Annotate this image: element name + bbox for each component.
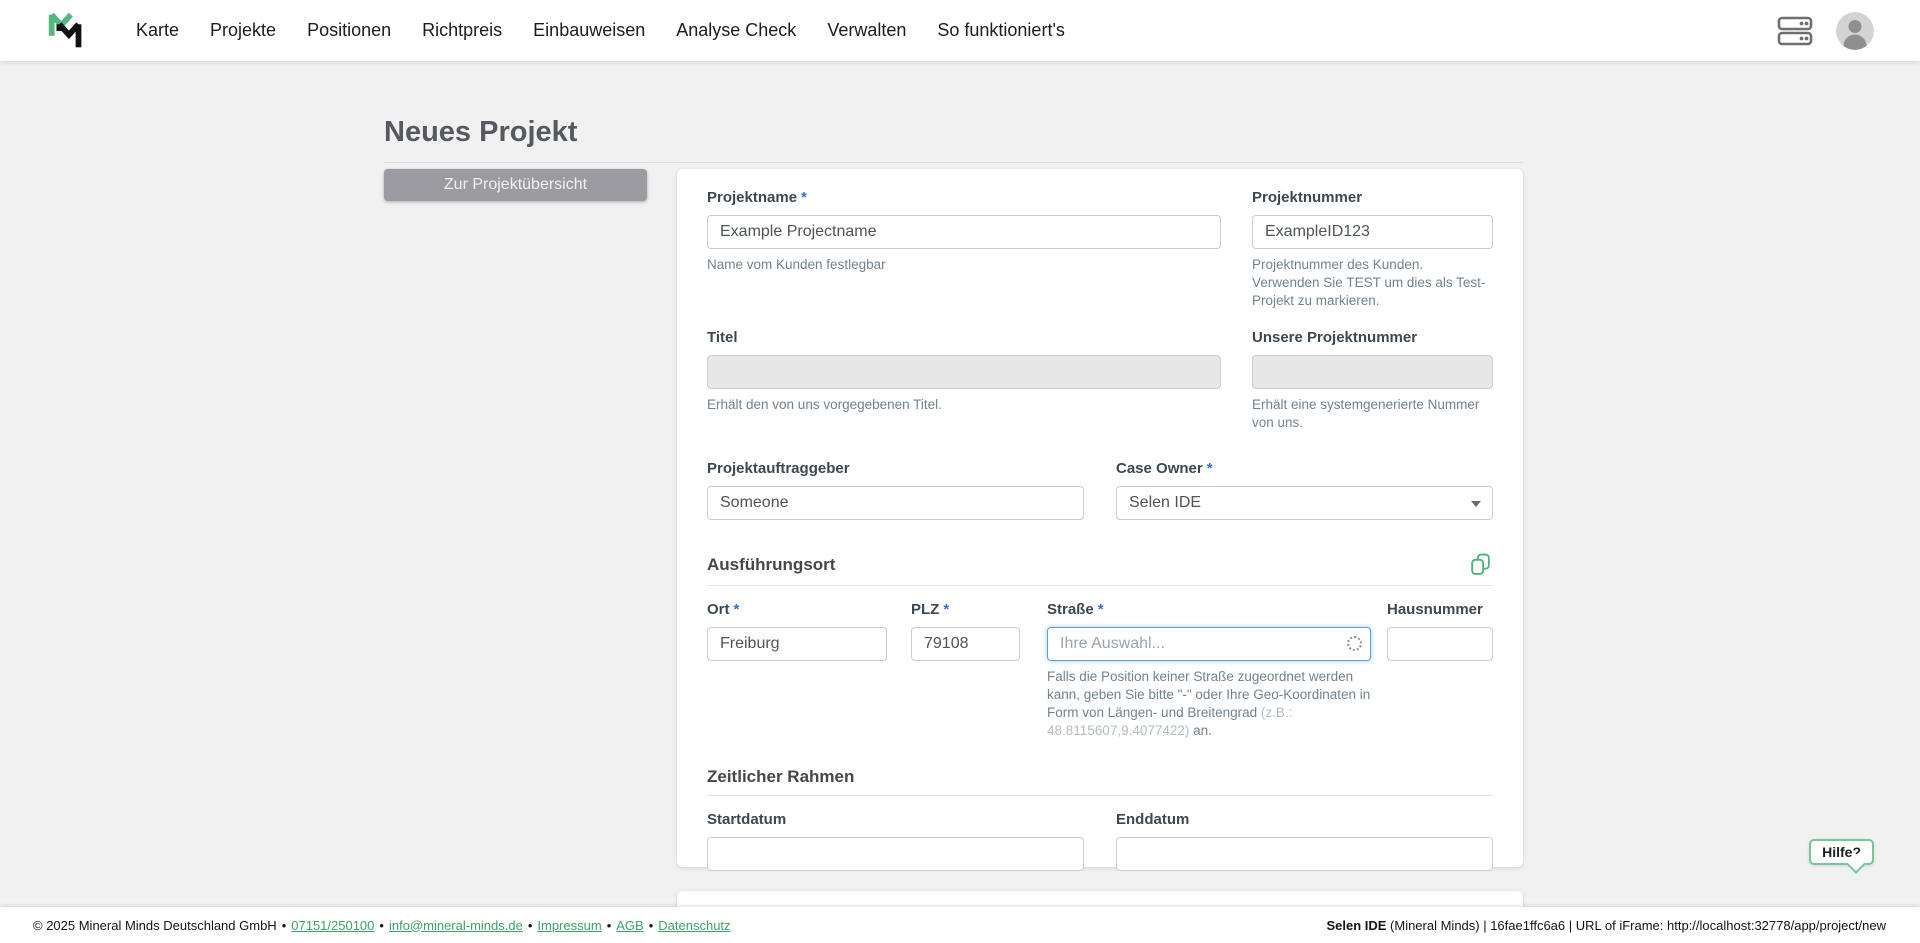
field-enddatum: Enddatum: [1116, 811, 1493, 871]
section-zeitlicher-rahmen: Zeitlicher Rahmen: [707, 767, 1493, 796]
nav-item-verwalten[interactable]: Verwalten: [827, 20, 906, 41]
row-titel-unsere-projektnummer: Titel Erhält den von uns vorgegebenen Ti…: [707, 329, 1493, 432]
startdatum-input[interactable]: [707, 837, 1084, 871]
footer-user: Selen IDE: [1326, 918, 1386, 933]
case-owner-label: Case Owner: [1116, 460, 1203, 477]
copy-icon[interactable]: [1468, 552, 1493, 577]
row-datum: Startdatum Enddatum: [707, 811, 1493, 871]
required-asterisk: *: [1098, 601, 1104, 618]
nav-item-projekte[interactable]: Projekte: [210, 20, 276, 41]
ausfuehrungsort-heading: Ausführungsort: [707, 555, 835, 575]
case-owner-value: Selen IDE: [1129, 494, 1201, 512]
user-avatar[interactable]: [1836, 12, 1874, 50]
footer-left: © 2025 Mineral Minds Deutschland GmbH • 07…: [33, 918, 731, 933]
nav-item-karte[interactable]: Karte: [136, 20, 179, 41]
new-project-form-card: Projektname* Name vom Kunden festlegbar …: [677, 169, 1523, 867]
nav-item-so-funktionierts[interactable]: So funktioniert's: [937, 20, 1065, 41]
projektnummer-help: Projektnummer des Kunden. Verwenden Sie …: [1252, 256, 1493, 309]
footer-copyright: © 2025 Mineral Minds Deutschland GmbH: [33, 918, 277, 933]
titel-input: [707, 355, 1221, 389]
case-owner-select[interactable]: Selen IDE: [1116, 486, 1493, 520]
field-case-owner: Case Owner* Selen IDE: [1116, 460, 1493, 520]
projektnummer-label: Projektnummer: [1252, 189, 1493, 207]
help-button[interactable]: Hilfe?: [1809, 839, 1874, 865]
projektname-label: Projektname: [707, 189, 797, 206]
required-asterisk: *: [801, 189, 807, 206]
required-asterisk: *: [1207, 460, 1213, 477]
nav-item-analyse-check[interactable]: Analyse Check: [676, 20, 796, 41]
field-titel: Titel Erhält den von uns vorgegebenen Ti…: [707, 329, 1221, 432]
projektname-input[interactable]: [707, 215, 1221, 249]
projektnummer-input[interactable]: [1252, 215, 1493, 249]
footer-link-phone[interactable]: 07151/250100: [291, 918, 374, 933]
footer-separator: •: [649, 918, 654, 933]
projektauftraggeber-label: Projektauftraggeber: [707, 460, 1084, 478]
footer-separator: •: [282, 918, 287, 933]
footer-link-datenschutz[interactable]: Datenschutz: [658, 918, 730, 933]
footer-session-info: Selen IDE (Mineral Minds) | 16fae1ffc6a6…: [1326, 918, 1886, 933]
page-title-section: Neues Projekt: [384, 116, 1523, 163]
zeitlicher-rahmen-heading: Zeitlicher Rahmen: [707, 767, 854, 787]
mineral-minds-logo[interactable]: [44, 8, 90, 54]
required-asterisk: *: [734, 601, 740, 618]
footer-separator: •: [528, 918, 533, 933]
field-unsere-projektnummer: Unsere Projektnummer Erhält eine systemg…: [1252, 329, 1493, 432]
unsere-projektnummer-help: Erhält eine systemgenerierte Nummer von …: [1252, 396, 1493, 432]
footer-separator: •: [607, 918, 612, 933]
row-projektname-projektnummer: Projektname* Name vom Kunden festlegbar …: [707, 189, 1493, 309]
required-asterisk: *: [943, 601, 949, 618]
field-strasse: Straße* Falls die Position keiner Straße…: [1047, 601, 1371, 739]
footer-meta: (Mineral Minds) | 16fae1ffc6a6 | URL of …: [1386, 918, 1886, 933]
nav-item-richtpreis[interactable]: Richtpreis: [422, 20, 502, 41]
strasse-help-suffix: an.: [1189, 723, 1212, 738]
projektname-help: Name vom Kunden festlegbar: [707, 256, 1221, 274]
server-icon[interactable]: [1776, 15, 1814, 47]
projektauftraggeber-input[interactable]: [707, 486, 1084, 520]
titel-label: Titel: [707, 329, 1221, 347]
field-hausnummer: Hausnummer: [1387, 601, 1493, 739]
enddatum-input[interactable]: [1116, 837, 1493, 871]
loading-spinner-icon: [1347, 636, 1362, 651]
row-auftraggeber-caseowner: Projektauftraggeber Case Owner* Selen ID…: [707, 460, 1493, 520]
strasse-label: Straße: [1047, 601, 1094, 618]
strasse-help-main: Falls die Position keiner Straße zugeord…: [1047, 669, 1370, 720]
field-plz: PLZ*: [911, 601, 1020, 739]
ort-input[interactable]: [707, 627, 887, 661]
startdatum-label: Startdatum: [707, 811, 1084, 829]
nav-item-einbauweisen[interactable]: Einbauweisen: [533, 20, 645, 41]
chevron-down-icon: [1471, 501, 1481, 507]
field-projektname: Projektname* Name vom Kunden festlegbar: [707, 189, 1221, 309]
field-projektnummer: Projektnummer Projektnummer des Kunden. …: [1252, 189, 1493, 309]
footer-link-agb[interactable]: AGB: [616, 918, 643, 933]
page-title: Neues Projekt: [384, 116, 1523, 149]
footer-link-impressum[interactable]: Impressum: [537, 918, 601, 933]
field-startdatum: Startdatum: [707, 811, 1084, 871]
hausnummer-label: Hausnummer: [1387, 601, 1493, 619]
hausnummer-input[interactable]: [1387, 627, 1493, 661]
unsere-projektnummer-label: Unsere Projektnummer: [1252, 329, 1493, 347]
top-nav: Karte Projekte Positionen Richtpreis Ein…: [0, 0, 1920, 61]
section-ausfuehrungsort: Ausführungsort: [707, 552, 1493, 586]
footer: © 2025 Mineral Minds Deutschland GmbH • 07…: [0, 907, 1920, 943]
row-adresse: Ort* PLZ* Straße* Falls die Position kei…: [707, 601, 1493, 739]
plz-label: PLZ: [911, 601, 939, 618]
footer-link-email[interactable]: info@mineral-minds.de: [389, 918, 523, 933]
enddatum-label: Enddatum: [1116, 811, 1493, 829]
field-projektauftraggeber: Projektauftraggeber: [707, 460, 1084, 520]
strasse-help: Falls die Position keiner Straße zugeord…: [1047, 668, 1371, 739]
field-ort: Ort*: [707, 601, 887, 739]
strasse-input[interactable]: [1047, 627, 1371, 661]
unsere-projektnummer-input: [1252, 355, 1493, 389]
footer-separator: •: [379, 918, 384, 933]
nav-item-positionen[interactable]: Positionen: [307, 20, 391, 41]
titel-help: Erhält den von uns vorgegebenen Titel.: [707, 396, 1221, 414]
main-nav: Karte Projekte Positionen Richtpreis Ein…: [136, 20, 1065, 41]
plz-input[interactable]: [911, 627, 1020, 661]
ort-label: Ort: [707, 601, 730, 618]
back-to-projects-button[interactable]: Zur Projektübersicht: [384, 169, 647, 201]
